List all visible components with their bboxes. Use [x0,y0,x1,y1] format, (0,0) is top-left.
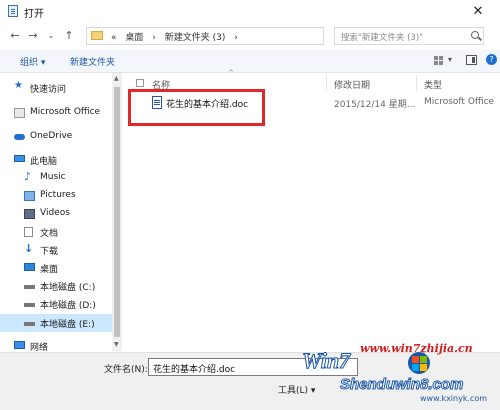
breadcrumb-separator[interactable]: › [152,33,156,43]
sidebar-item-label: Music [40,172,66,182]
music-icon: ♪ [24,170,32,183]
sidebar-item-label: OneDrive [30,131,73,141]
sidebar-item-onedrive[interactable]: OneDrive [0,128,112,146]
pictures-icon [24,191,35,201]
sidebar-item-label: Pictures [40,190,76,200]
documents-icon [24,227,33,237]
cloud-icon [14,134,25,140]
breadcrumb-separator[interactable]: › [234,33,238,43]
recent-locations-dropdown[interactable]: ⌄ [44,28,58,44]
download-icon: ↓ [24,242,34,255]
desktop-icon [24,263,35,271]
sidebar-item-this-pc[interactable]: 此电脑 [0,151,112,169]
file-type: Microsoft Office [424,97,495,107]
watermark-brand-text: Shenduwin8.com [339,376,464,394]
sidebar-item-music[interactable]: ♪ Music [0,169,112,187]
close-button[interactable]: ✕ [456,0,500,22]
sidebar-item-downloads[interactable]: ↓ 下载 [0,241,112,259]
search-icon[interactable] [471,31,479,39]
sidebar-item-label: 网络 [30,343,49,351]
breadcrumb-folder[interactable]: 新建文件夹 (3) [165,33,226,43]
forward-button[interactable]: → [26,28,40,44]
office-icon [14,108,25,118]
command-toolbar: 组织 ▾ 新建文件夹 ▾ ? [0,50,500,73]
computer-icon [14,155,25,162]
breadcrumb-overflow[interactable]: « [111,33,117,43]
drive-icon [24,322,35,326]
sort-up-icon: ^ [228,69,234,77]
sidebar-item-network[interactable]: 网络 [0,337,112,351]
sidebar-item-label: 此电脑 [30,157,58,167]
sidebar-item-drive-d[interactable]: 本地磁盘 (D:) [0,295,112,313]
view-dropdown-icon[interactable]: ▾ [448,55,452,64]
help-icon[interactable]: ? [486,54,497,65]
watermark-url-text: www.kxinyk.com [420,394,488,403]
sidebar-item-drive-e[interactable]: 本地磁盘 (E:) [0,314,112,332]
sidebar-item-label: 文档 [40,229,59,239]
star-icon: ★ [14,80,23,91]
sidebar-item-label: 桌面 [40,265,59,275]
column-header-type[interactable]: 类型 [424,78,442,91]
back-button[interactable]: ← [8,28,22,44]
search-placeholder: 搜索"新建文件夹 (3)" [341,33,424,43]
column-divider[interactable] [326,75,327,91]
breadcrumb: « 桌面 › 新建文件夹 (3) › [111,30,244,43]
navigation-pane: ★ 快速访问 Microsoft Office OneDrive 此电脑 ♪ M… [0,73,112,351]
sidebar-item-label: 本地磁盘 (C:) [40,283,96,293]
search-input[interactable]: 搜索"新建文件夹 (3)" [334,27,484,45]
sidebar-item-desktop[interactable]: 桌面 [0,259,112,277]
sidebar-item-drive-c[interactable]: 本地磁盘 (C:) [0,277,112,295]
drive-icon [24,285,35,289]
sidebar-item-pictures[interactable]: Pictures [0,187,112,205]
sidebar-item-documents[interactable]: 文档 [0,223,112,241]
sidebar-item-label: Videos [40,208,70,218]
select-all-checkbox[interactable] [136,79,144,87]
scroll-down-icon[interactable]: ▼ [114,341,119,348]
folder-icon [91,31,103,40]
videos-icon [24,209,35,219]
sidebar-item-label: 快速访问 [30,85,67,95]
sidebar-item-label: 下载 [40,247,59,257]
view-options-icon[interactable] [434,56,444,66]
organize-button[interactable]: 组织 ▾ [20,55,45,68]
filename-value: 花生的基本介绍.doc [153,365,236,375]
sidebar-item-label: 本地磁盘 (D:) [40,301,96,311]
drive-icon [24,303,35,307]
watermark-logo-text: Win7 [301,348,351,374]
sidebar-item-label: 本地磁盘 (E:) [40,320,95,330]
watermark: www.win7zhijia.cn Win7 Shenduwin8.com ww… [300,336,500,409]
windows-flag-icon [408,352,430,374]
network-icon [14,341,25,349]
app-icon [8,5,18,17]
column-header-date[interactable]: 修改日期 [334,78,370,91]
title-bar: 打开 ✕ [0,0,500,22]
breadcrumb-desktop[interactable]: 桌面 [125,33,143,43]
address-row: ← → ⌄ ↑ « 桌面 › 新建文件夹 (3) › ⌄ ↻ 搜索"新建文件夹 … [0,24,500,48]
window-title: 打开 [24,9,44,20]
column-divider[interactable] [416,75,417,91]
highlight-box [128,89,265,126]
sidebar-item-label: Microsoft Office [30,107,101,117]
navigation-scrollbar[interactable]: ▲ ▼ [112,73,122,351]
up-button[interactable]: ↑ [62,28,76,44]
preview-pane-icon[interactable] [466,55,477,65]
file-date: 2015/12/14 星期... [334,100,416,110]
new-folder-button[interactable]: 新建文件夹 [70,55,115,68]
sidebar-item-microsoft-office[interactable]: Microsoft Office [0,104,112,122]
sidebar-item-quick-access[interactable]: ★ 快速访问 [0,79,112,97]
filename-label: 文件名(N): [104,365,148,375]
scroll-up-icon[interactable]: ▲ [114,75,119,82]
sidebar-item-videos[interactable]: Videos [0,205,112,223]
address-bar[interactable]: « 桌面 › 新建文件夹 (3) › ⌄ ↻ [86,27,406,45]
scrollbar-thumb[interactable] [114,87,120,337]
